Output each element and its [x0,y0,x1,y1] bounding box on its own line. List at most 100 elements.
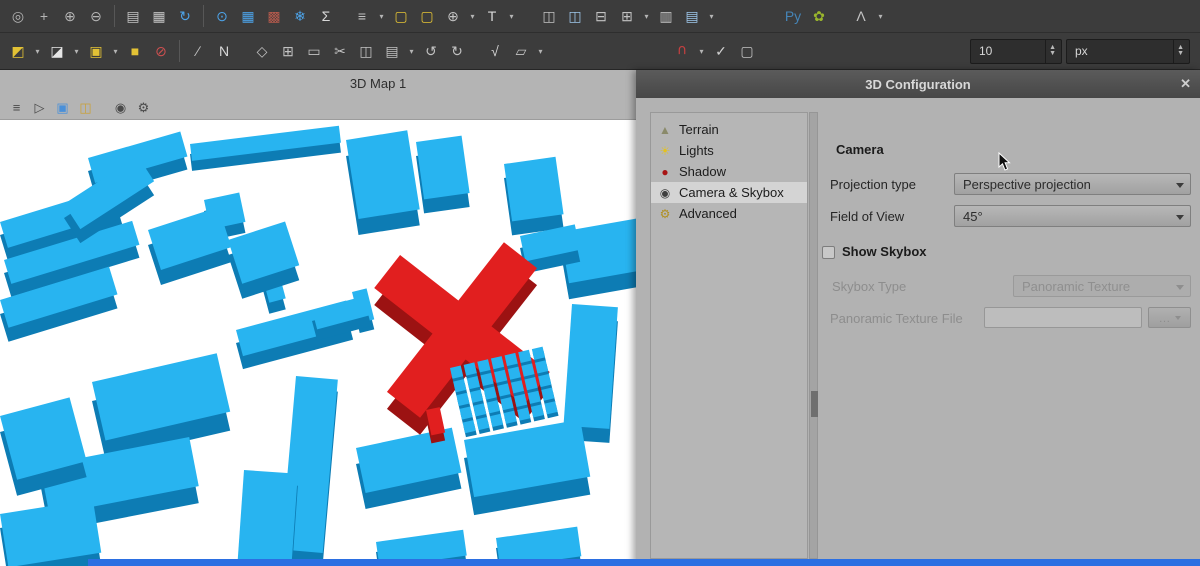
attribute-table-icon[interactable]: ▦ [236,4,260,28]
statistics-summary-icon[interactable]: Σ [314,4,338,28]
panoramic-texture-file-input[interactable] [984,307,1142,328]
skybox-type-value: Panoramic Texture [1022,279,1130,294]
dialog-title: 3D Configuration [865,77,970,92]
chevron-down-icon [1175,316,1181,320]
move-feature-icon[interactable]: ⊞ [276,39,300,63]
toggle-editing-icon[interactable]: ⊘ [149,39,173,63]
close-icon[interactable]: ✕ [1180,76,1191,92]
dropdown-caret-icon[interactable]: ▾ [875,4,886,28]
raster-calculator-icon[interactable]: ▩ [262,4,286,28]
sidebar-scrollbar[interactable] [809,112,818,559]
pin-labels-icon[interactable]: ■ [123,39,147,63]
paste-features-icon[interactable]: ▤ [380,39,404,63]
map-tips-icon[interactable]: ▢ [389,4,413,28]
show-skybox-checkbox[interactable] [822,246,835,259]
zoom-in-icon[interactable]: ⊕ [58,4,82,28]
scrollbar-thumb[interactable] [811,391,818,417]
undo-icon[interactable]: ↺ [419,39,443,63]
distribute-objects-icon[interactable]: ▥ [654,4,678,28]
redo-icon[interactable]: ↻ [445,39,469,63]
save-as-image-icon[interactable]: ▣ [52,98,73,118]
dock-options-icon[interactable]: ≡ [6,98,27,118]
field-of-view-value: 45° [963,209,983,224]
dropdown-caret-icon[interactable]: ▾ [641,4,652,28]
pan-map-icon[interactable]: + [32,4,56,28]
snapping-unit-value: px [1075,44,1173,58]
browse-ellipsis-label: … [1159,311,1171,325]
python-console-icon[interactable]: Py [781,4,805,28]
spinner-arrows-icon[interactable]: ▲▼ [1173,40,1187,63]
new-bookmark-icon[interactable]: ▢ [415,4,439,28]
export-3d-scene-icon[interactable]: ◫ [75,98,96,118]
measure-line-icon[interactable]: ∕ [186,39,210,63]
zoom-full-icon[interactable]: ⊕ [441,4,465,28]
projection-type-select[interactable]: Perspective projection [954,173,1191,195]
projection-type-label: Projection type [830,177,916,192]
dropdown-caret-icon[interactable]: ▾ [467,4,478,28]
field-of-view-select[interactable]: 45° [954,205,1191,227]
processing-toolbox-icon[interactable]: ❄ [288,4,312,28]
copy-features-icon[interactable]: ◫ [354,39,378,63]
delete-selected-icon[interactable]: ▭ [302,39,326,63]
bug-report-icon[interactable]: ✿ [807,4,831,28]
toolbar-separator [114,5,115,27]
layout-manager-icon[interactable]: ▦ [147,4,171,28]
select-by-expression-icon[interactable]: √ [483,39,507,63]
dropdown-caret-icon[interactable]: ▾ [706,4,717,28]
dropdown-caret-icon[interactable]: ▾ [535,39,546,63]
dropdown-caret-icon[interactable]: ▾ [71,39,82,63]
align-bottom-icon[interactable]: ⊞ [615,4,639,28]
projection-type-value: Perspective projection [963,177,1091,192]
dropdown-caret-icon[interactable]: ▾ [376,4,387,28]
resize-objects-icon[interactable]: ▤ [680,4,704,28]
camera-skybox-icon: ◉ [657,186,673,200]
align-top-icon[interactable]: ⊟ [589,4,613,28]
spinner-arrows-icon[interactable]: ▲▼ [1045,40,1059,63]
tracing-icon[interactable]: ▢ [735,39,759,63]
dialog-titlebar[interactable]: 3D Configuration ✕ [636,70,1200,98]
dialog-body: ▲Terrain☀Lights●Shadow◉Camera & Skybox⚙A… [636,98,1200,566]
add-feature-icon[interactable]: ◇ [250,39,274,63]
dropdown-caret-icon[interactable]: ▾ [110,39,121,63]
snapping-unit-select[interactable]: px ▲▼ [1066,39,1190,64]
align-left-icon[interactable]: ◫ [537,4,561,28]
cut-features-icon[interactable]: ✂ [328,39,352,63]
toolbar-icon-group: ◩▾◪▾▣▾■⊘∕N◇⊞▭✂◫▤▾↺↻√▱▾∪▾✓▢ [6,39,759,63]
chevron-down-icon [1176,215,1184,220]
animation-play-icon[interactable]: ▷ [29,98,50,118]
sidebar-item-terrain[interactable]: ▲Terrain [651,119,807,140]
sidebar-item-label: Shadow [679,164,726,179]
sidebar-item-lights[interactable]: ☀Lights [651,140,807,161]
sidebar-item-advanced[interactable]: ⚙Advanced [651,203,807,224]
identify-features-icon[interactable]: ⊙ [210,4,234,28]
measure-tool-icon[interactable]: ≡ [350,4,374,28]
dropdown-caret-icon[interactable]: ▾ [406,39,417,63]
snapping-tolerance-input[interactable]: 10 ▲▼ [970,39,1062,64]
sidebar-item-shadow[interactable]: ●Shadow [651,161,807,182]
map-3d-scene[interactable] [0,120,636,566]
vertex-tool-icon[interactable]: N [212,39,236,63]
move-label-icon[interactable]: ▣ [84,39,108,63]
dropdown-caret-icon[interactable]: ▾ [506,4,517,28]
topology-checker-icon[interactable]: ✓ [709,39,733,63]
map-3d-viewport[interactable] [0,120,636,566]
sidebar-item-camera-skybox[interactable]: ◉Camera & Skybox [651,182,807,203]
dropdown-caret-icon[interactable]: ▾ [32,39,43,63]
form-annotation-icon[interactable]: ▱ [509,39,533,63]
skybox-type-select[interactable]: Panoramic Texture [1013,275,1191,297]
label-toolbar-icon[interactable]: ◪ [45,39,69,63]
terrain-icon: ▲ [657,123,673,137]
show-visibility-eye-icon[interactable]: ◉ [110,98,131,118]
refresh-map-icon[interactable]: ↻ [173,4,197,28]
select-features-icon[interactable]: ◩ [6,39,30,63]
dropdown-caret-icon[interactable]: ▾ [696,39,707,63]
drawing-compass-icon[interactable]: Λ [849,4,873,28]
align-right-icon[interactable]: ◫ [563,4,587,28]
touch-zoom-icon[interactable]: ◎ [6,4,30,28]
browse-file-button[interactable]: … [1148,307,1191,328]
zoom-out-icon[interactable]: ⊖ [84,4,108,28]
snapping-magnet-icon[interactable]: ∪ [670,39,694,63]
new-layout-icon[interactable]: ▤ [121,4,145,28]
text-annotation-icon[interactable]: T [480,4,504,28]
camera-settings-icon[interactable]: ⚙ [133,98,154,118]
